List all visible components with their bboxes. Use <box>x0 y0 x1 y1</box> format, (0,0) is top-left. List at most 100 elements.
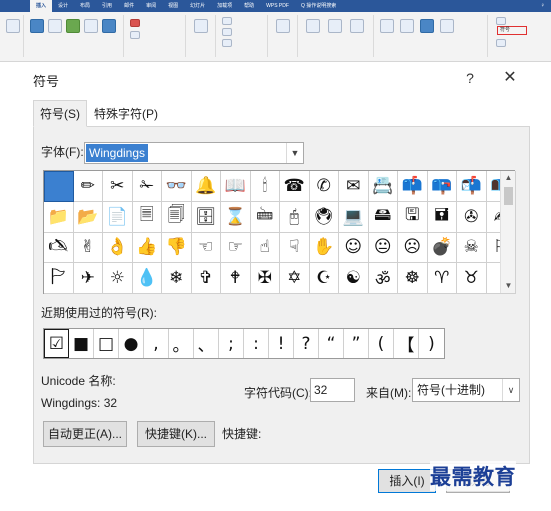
recent-symbol-cell[interactable]: 。 <box>169 329 194 358</box>
symbol-cell[interactable]: ☯ <box>339 263 369 294</box>
symbol-button-label[interactable]: 符号 <box>500 26 510 35</box>
symbol-cell[interactable]: 🕯 <box>250 171 280 202</box>
symbol-cell[interactable]: ✋ <box>309 232 339 264</box>
symbol-cell[interactable]: 😐 <box>368 232 398 264</box>
symbol-cell[interactable]: ❄ <box>162 263 192 294</box>
ribbon-tab[interactable]: 设计 <box>52 0 74 12</box>
parts-icon[interactable] <box>400 19 414 33</box>
symbol-cell[interactable]: 👌 <box>103 232 133 264</box>
symbol-cell[interactable]: 📖 <box>221 171 251 202</box>
help-button[interactable]: ? <box>460 68 480 88</box>
link-icon[interactable] <box>222 17 232 25</box>
font-select[interactable]: Wingdings ▼ <box>84 142 304 164</box>
recent-symbol-cell[interactable]: 、 <box>194 329 219 358</box>
symbol-cell[interactable]: 👍 <box>132 232 162 264</box>
recent-symbol-cell[interactable]: ( <box>369 329 394 358</box>
number-icon[interactable] <box>496 39 506 47</box>
symbol-cell[interactable]: ☎ <box>280 171 310 202</box>
symbol-cell[interactable]: 🖲 <box>309 201 339 233</box>
symbol-cell[interactable]: 🗄 <box>191 201 221 233</box>
recent-symbol-cell[interactable]: ” <box>344 329 369 358</box>
symbol-cell[interactable]: 💻 <box>339 201 369 233</box>
symbol-cell[interactable]: ॐ <box>368 263 398 294</box>
close-button[interactable]: ✕ <box>500 68 520 88</box>
recent-symbol-cell[interactable]: ☑ <box>44 329 69 358</box>
symbol-cell[interactable]: 🖰 <box>280 201 310 233</box>
textbox-icon[interactable] <box>380 19 394 33</box>
dropcap-icon[interactable] <box>440 19 454 33</box>
search-icon[interactable]: ♀ <box>541 3 546 9</box>
header-icon[interactable] <box>306 19 320 33</box>
symbol-cell[interactable]: 💧 <box>132 263 162 294</box>
scroll-down-icon[interactable]: ▼ <box>501 279 516 293</box>
ribbon-tab[interactable]: 插入 <box>30 0 53 12</box>
symbol-cell[interactable]: ✌ <box>73 232 103 264</box>
symbol-cell[interactable]: ♉ <box>457 263 487 294</box>
symbol-cell[interactable]: ✇ <box>457 201 487 233</box>
chevron-down-icon[interactable]: ∨ <box>502 379 519 401</box>
shapes-icon[interactable] <box>48 19 62 33</box>
symbol-cell[interactable]: ✏ <box>73 171 103 202</box>
symbol-cell[interactable]: 🖴 <box>368 201 398 233</box>
ribbon-tab[interactable]: 引用 <box>96 0 118 12</box>
symbol-cell[interactable]: ☞ <box>221 232 251 264</box>
scroll-up-icon[interactable]: ▲ <box>501 171 516 185</box>
ribbon-tab[interactable]: WPS PDF <box>260 0 295 12</box>
symbol-cell[interactable]: 📪 <box>427 171 457 202</box>
ribbon-tab[interactable]: 加载项 <box>211 0 238 12</box>
symbol-cell[interactable]: ✈ <box>73 263 103 294</box>
symbol-cell-selected[interactable] <box>44 171 74 202</box>
recent-symbol-cell[interactable]: 【 <box>394 329 419 358</box>
scroll-thumb[interactable] <box>504 187 513 205</box>
symbol-cell[interactable]: 📇 <box>368 171 398 202</box>
ribbon-tab[interactable]: Q 操作说明搜索 <box>295 0 342 12</box>
recent-symbol-cell[interactable]: : <box>244 329 269 358</box>
recent-symbol-cell[interactable]: ● <box>119 329 144 358</box>
autocorrect-button[interactable]: 自动更正(A)... <box>43 421 127 447</box>
footer-icon[interactable] <box>328 19 342 33</box>
symbol-cell[interactable]: ☼ <box>103 263 133 294</box>
video-icon[interactable] <box>194 19 208 33</box>
recent-symbol-cell[interactable]: ; <box>219 329 244 358</box>
symbol-cell[interactable]: 📁 <box>44 201 74 233</box>
ribbon-tab[interactable]: 帮助 <box>238 0 260 12</box>
symbol-cell[interactable]: 🖎 <box>44 232 74 264</box>
symbol-cell[interactable]: ✞ <box>191 263 221 294</box>
symbol-cell[interactable]: 📫 <box>398 171 428 202</box>
ribbon-tab[interactable]: 布局 <box>74 0 96 12</box>
from-select[interactable]: 符号(十进制) ∨ <box>412 378 520 402</box>
ribbon-tab[interactable]: 审阅 <box>140 0 162 12</box>
addins-icon[interactable] <box>130 31 140 39</box>
symbol-cell[interactable]: ☺ <box>339 232 369 264</box>
ribbon-tab[interactable]: 邮件 <box>118 0 140 12</box>
symbol-cell[interactable]: ☸ <box>398 263 428 294</box>
symbol-cell[interactable]: 🖮 <box>250 201 280 233</box>
tab-symbols[interactable]: 符号(S) <box>33 100 87 127</box>
pagenum-icon[interactable] <box>350 19 364 33</box>
recent-symbol-cell[interactable]: ■ <box>69 329 94 358</box>
symbol-cell[interactable]: ✁ <box>132 171 162 202</box>
comment-icon[interactable] <box>276 19 290 33</box>
smartart-icon[interactable] <box>84 19 98 33</box>
symbol-cell[interactable]: 🕈 <box>221 263 251 294</box>
symbol-cell[interactable]: 📬 <box>457 171 487 202</box>
recent-symbol-cell[interactable]: ? <box>294 329 319 358</box>
symbol-cell[interactable]: ☠ <box>457 232 487 264</box>
wordart-icon[interactable] <box>420 19 434 33</box>
symbol-cell[interactable]: ✠ <box>250 263 280 294</box>
symbol-cell[interactable]: ✂ <box>103 171 133 202</box>
symbol-cell[interactable]: ✉ <box>339 171 369 202</box>
symbol-cell[interactable]: ☪ <box>309 263 339 294</box>
recent-symbol-cell[interactable]: ! <box>269 329 294 358</box>
bookmark-icon[interactable] <box>222 28 232 36</box>
symbol-cell[interactable]: 👓 <box>162 171 192 202</box>
ribbon-tab[interactable]: 幻灯片 <box>184 0 211 12</box>
symbol-cell[interactable]: 🗏 <box>132 201 162 233</box>
symbol-cell[interactable]: 🖫 <box>398 201 428 233</box>
shortcut-key-button[interactable]: 快捷键(K)... <box>137 421 215 447</box>
recent-symbol-cell[interactable]: ) <box>419 329 444 358</box>
image-icon[interactable] <box>30 19 44 33</box>
recent-symbol-cell[interactable]: , <box>144 329 169 358</box>
chart-icon[interactable] <box>102 19 116 33</box>
symbol-cell[interactable]: 📂 <box>73 201 103 233</box>
